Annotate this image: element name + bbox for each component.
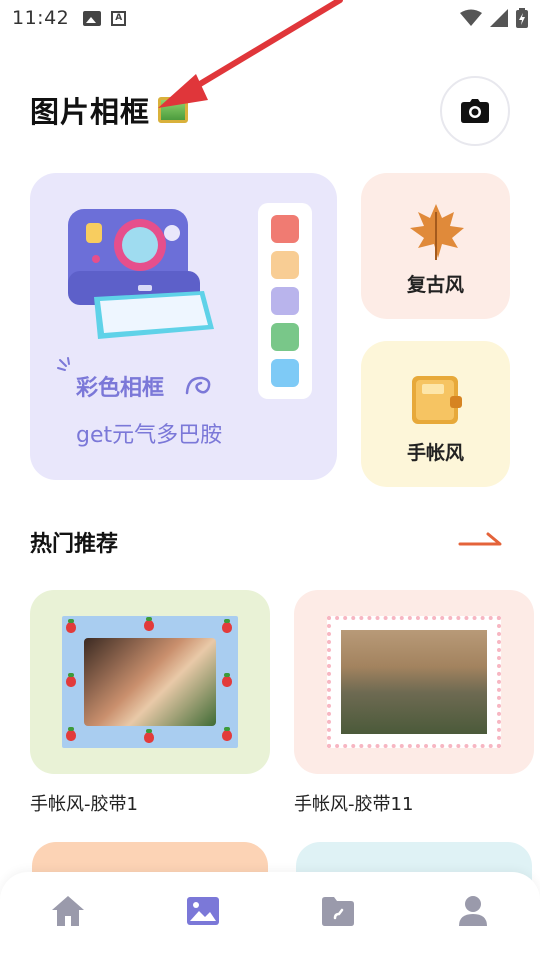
retro-style-card[interactable]: 复古风 [361,173,510,319]
swatch-red [271,215,299,243]
preview-photo [84,638,216,726]
strawberry-icon [66,619,76,633]
strawberry-icon [66,673,76,687]
journal-style-card[interactable]: 手帐风 [361,341,510,487]
recommend-label-1: 手帐风-胶带1 [30,794,138,815]
retro-style-label: 复古风 [406,274,464,296]
strawberry-icon [66,727,76,741]
a-notification-icon: A [111,10,127,26]
recommend-card-2[interactable] [294,590,534,774]
recommend-card-1[interactable] [30,590,270,774]
notebook-icon [411,376,462,424]
strawberry-icon [222,619,232,633]
color-frame-card[interactable]: 彩色相框 get元气多巴胺 [30,173,337,480]
home-icon [51,896,84,926]
arrow-right-icon[interactable] [458,530,504,552]
bottom-nav [0,872,540,960]
color-frame-subtitle: get元气多巴胺 [76,423,223,448]
polaroid-camera-illustration [68,209,214,339]
status-notification-icons: A [83,10,127,26]
folder-icon [321,897,354,926]
nav-gallery[interactable] [173,881,233,941]
nav-folder[interactable] [308,881,368,941]
signal-icon [490,9,508,27]
camera-button[interactable] [440,76,510,146]
strawberry-icon [222,673,232,687]
status-time: 11:42 [12,7,70,29]
color-swatch-panel [258,203,312,399]
strawberry-icon [144,729,154,743]
image-notification-icon [83,10,102,26]
battery-icon [516,8,528,28]
profile-icon [458,896,487,926]
nav-home[interactable] [38,881,98,941]
strawberry-icon [144,617,154,631]
journal-style-label: 手帐风 [406,442,464,464]
maple-leaf-icon [409,204,464,260]
preview-photo [341,630,487,734]
gallery-icon [186,897,219,925]
wifi-icon [460,9,482,26]
swirl-icon [185,376,211,395]
status-system-icons [460,8,528,28]
dotted-frame-preview [327,616,501,748]
color-frame-title: 彩色相框 [76,376,165,401]
hot-section-title: 热门推荐 [30,532,119,557]
swatch-blue [271,359,299,387]
swatch-purple [271,287,299,315]
nav-profile[interactable] [443,881,503,941]
annotation-arrow [158,0,343,108]
strawberry-icon [222,727,232,741]
page-title: 图片相框 [30,95,151,129]
swatch-green [271,323,299,351]
swatch-orange [271,251,299,279]
tape-frame-preview [62,616,238,748]
recommend-label-2: 手帐风-胶带11 [294,794,414,815]
camera-icon [461,99,489,123]
